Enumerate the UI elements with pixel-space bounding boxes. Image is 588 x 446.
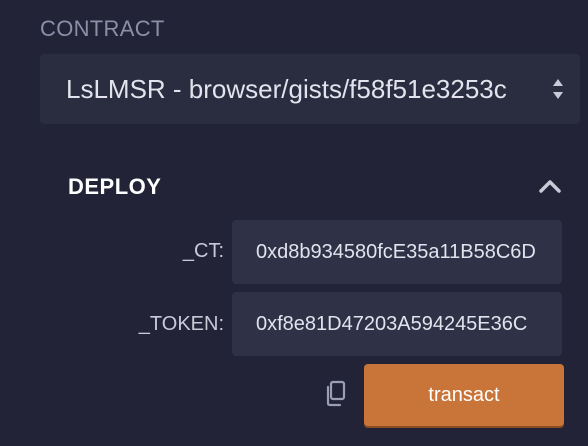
param-input-token[interactable]: 0xf8e81D47203A594245E36C (232, 292, 562, 356)
param-label-token: _TOKEN: (138, 313, 224, 335)
param-input-ct[interactable]: 0xd8b934580fcE35a11B58C6D (232, 220, 562, 284)
copy-icon[interactable] (324, 380, 348, 408)
deploy-title: DEPLOY (68, 174, 162, 199)
chevron-up-icon[interactable] (538, 176, 562, 196)
contract-section-label: CONTRACT (40, 16, 165, 41)
param-label-ct: _CT: (182, 240, 224, 262)
contract-select-value: LsLMSR - browser/gists/f58f51e3253c (66, 74, 507, 104)
deploy-panel: CONTRACT LsLMSR - browser/gists/f58f51e3… (0, 0, 588, 446)
contract-select[interactable]: LsLMSR - browser/gists/f58f51e3253c (40, 54, 580, 124)
select-arrows-icon (553, 79, 563, 99)
transact-button[interactable]: transact (364, 364, 564, 426)
